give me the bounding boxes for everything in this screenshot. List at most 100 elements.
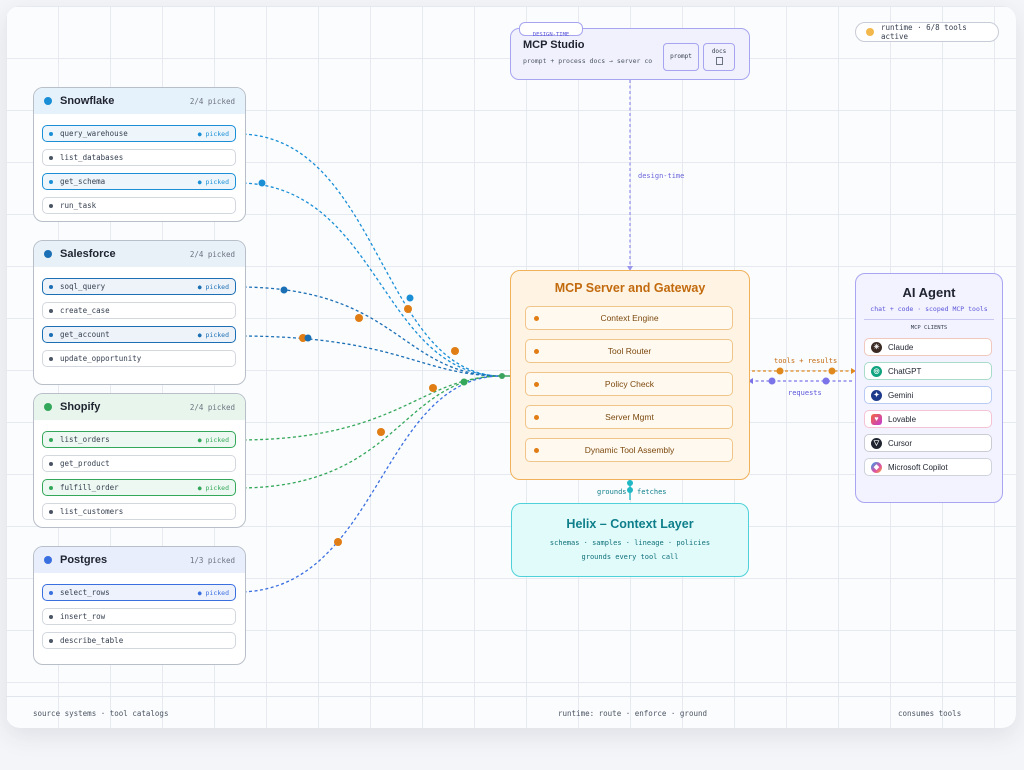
edge-list-orders [237, 375, 503, 441]
picked-badge: ● picked [197, 483, 229, 492]
tool-dot-icon [49, 179, 53, 184]
gateway-item-policy-check[interactable]: Policy Check [525, 372, 733, 396]
client-microsoft-copilot[interactable]: ◆ Microsoft Copilot [864, 458, 992, 476]
tool-create-case[interactable]: create_case [42, 302, 236, 319]
postgres-icon [44, 556, 52, 564]
tool-list-databases[interactable]: list_databases [42, 149, 236, 166]
client-chatgpt[interactable]: ◎ ChatGPT [864, 362, 992, 380]
picked-badge: ● picked [197, 330, 229, 339]
runtime-badge: runtime · 6/8 tools active [855, 22, 999, 42]
tool-dot-icon [49, 284, 53, 289]
mcp-studio-box[interactable]: DESIGN-TIME MCP Studio prompt + process … [510, 22, 750, 80]
source-title: Postgres [60, 554, 108, 566]
claude-icon: ✳ [871, 341, 882, 353]
edge-soql-query [237, 286, 503, 377]
edge-fulfill-order [237, 375, 503, 489]
shopify-icon [44, 403, 52, 411]
edge-get-account [237, 335, 503, 377]
requests-label: requests [788, 389, 822, 397]
tool-list-customers[interactable]: list_customers [42, 503, 236, 520]
source-title: Shopify [60, 401, 101, 413]
salesforce-icon [44, 250, 52, 258]
tool-insert-row[interactable]: insert_row [42, 608, 236, 625]
picked-badge: ● picked [197, 435, 229, 444]
status-dot-icon [866, 28, 874, 36]
tool-query-warehouse[interactable]: query_warehouse ● picked [42, 125, 236, 142]
runtime-badge-text: runtime · 6/8 tools active [880, 23, 967, 41]
divider [864, 319, 994, 320]
tool-update-opportunity[interactable]: update_opportunity [42, 350, 236, 367]
tool-dot-icon [49, 131, 53, 136]
tool-fulfill-order[interactable]: fulfill_order ● picked [42, 479, 236, 496]
tool-dot-icon [49, 308, 53, 313]
tool-soql-query[interactable]: soql_query ● picked [42, 278, 236, 295]
prompt-chip[interactable]: prompt [663, 43, 699, 71]
footer-left: source systems · tool catalogs [33, 709, 169, 718]
card-header: Postgres 1/3 picked [34, 547, 245, 573]
picked-badge: ● picked [197, 588, 229, 597]
picked-badge: ● picked [197, 129, 229, 138]
edge-select-rows [237, 375, 503, 593]
source-card-shopify: Shopify 2/4 picked list_orders ● picked g… [33, 393, 246, 528]
cursor-icon: ▽ [871, 437, 882, 449]
tool-dot-icon [49, 614, 53, 619]
footer-right: consumes tools [898, 709, 962, 718]
diagram-canvas: runtime · 6/8 tools active DESIGN-TIME M… [6, 6, 1016, 728]
design-time-tag: DESIGN-TIME [519, 22, 583, 38]
picked-badge: ● picked [197, 177, 229, 186]
tools-results-label: tools + results [774, 357, 838, 365]
gateway-item-context-engine[interactable]: Context Engine [525, 306, 733, 330]
gateway-item-dynamic-tool-assembly[interactable]: Dynamic Tool Assembly [525, 438, 733, 462]
tool-select-rows[interactable]: select_rows ● picked [42, 584, 236, 601]
agent-title: AI Agent [902, 285, 956, 300]
tool-dot-icon [49, 638, 53, 643]
gateway-item-server-mgmt[interactable]: Server Mgmt [525, 405, 733, 429]
tool-list-orders[interactable]: list_orders ● picked [42, 431, 236, 448]
tool-dot-icon [49, 437, 53, 442]
tool-dot-icon [49, 356, 53, 361]
footer-divider [6, 696, 1016, 697]
tool-get-account[interactable]: get_account ● picked [42, 326, 236, 343]
picked-count: 2/4 picked [189, 96, 235, 106]
client-cursor[interactable]: ▽ Cursor [864, 434, 992, 452]
edge-get-schema [237, 182, 503, 377]
studio-title: MCP Studio [523, 39, 585, 51]
tool-get-product[interactable]: get_product [42, 455, 236, 472]
source-card-snowflake: Snowflake 2/4 picked query_warehouse ● pi… [33, 87, 246, 222]
gateway-item-tool-router[interactable]: Tool Router [525, 339, 733, 363]
docs-chip[interactable]: docs [703, 43, 735, 71]
client-lovable[interactable]: ♥ Lovable [864, 410, 992, 428]
agent-subtitle: chat + code · scoped MCP tools [870, 305, 988, 313]
tool-dot-icon [49, 203, 53, 208]
helix-context-layer-box[interactable]: Helix – Context Layer schemas · samples … [511, 503, 749, 577]
grounds-label: grounds [597, 488, 627, 496]
file-icon [715, 57, 723, 65]
tool-dot-icon [49, 590, 53, 595]
copilot-icon: ◆ [871, 461, 882, 473]
tool-get-schema[interactable]: get_schema ● picked [42, 173, 236, 190]
ai-agent-box[interactable]: AI Agent chat + code · scoped MCP tools … [855, 273, 1003, 503]
tool-dot-icon [49, 485, 53, 490]
fetches-label: fetches [637, 488, 667, 496]
mcp-gateway-box[interactable]: MCP Server and Gateway Context Engine To… [510, 270, 750, 480]
tool-dot-icon [49, 155, 53, 160]
picked-count: 2/4 picked [189, 402, 235, 412]
client-gemini[interactable]: ✦ Gemini [864, 386, 992, 404]
tool-dot-icon [49, 461, 53, 466]
lovable-icon: ♥ [871, 413, 882, 425]
helix-line2: grounds every tool call [581, 553, 679, 561]
picked-count: 1/3 picked [189, 555, 235, 565]
tool-dot-icon [49, 332, 53, 337]
client-claude[interactable]: ✳ Claude [864, 338, 992, 356]
gemini-icon: ✦ [871, 389, 882, 401]
footer-center: runtime: route · enforce · ground [558, 709, 708, 718]
tool-dot-icon [49, 509, 53, 514]
card-header: Shopify 2/4 picked [34, 394, 245, 420]
helix-title: Helix – Context Layer [566, 517, 694, 531]
tool-describe-table[interactable]: describe_table [42, 632, 236, 649]
card-header: Salesforce 2/4 picked [34, 241, 245, 267]
snowflake-icon [44, 97, 52, 105]
studio-subtitle: prompt + process docs → server co [523, 57, 653, 65]
design-time-label: design-time [638, 172, 685, 180]
tool-run-task[interactable]: run_task [42, 197, 236, 214]
